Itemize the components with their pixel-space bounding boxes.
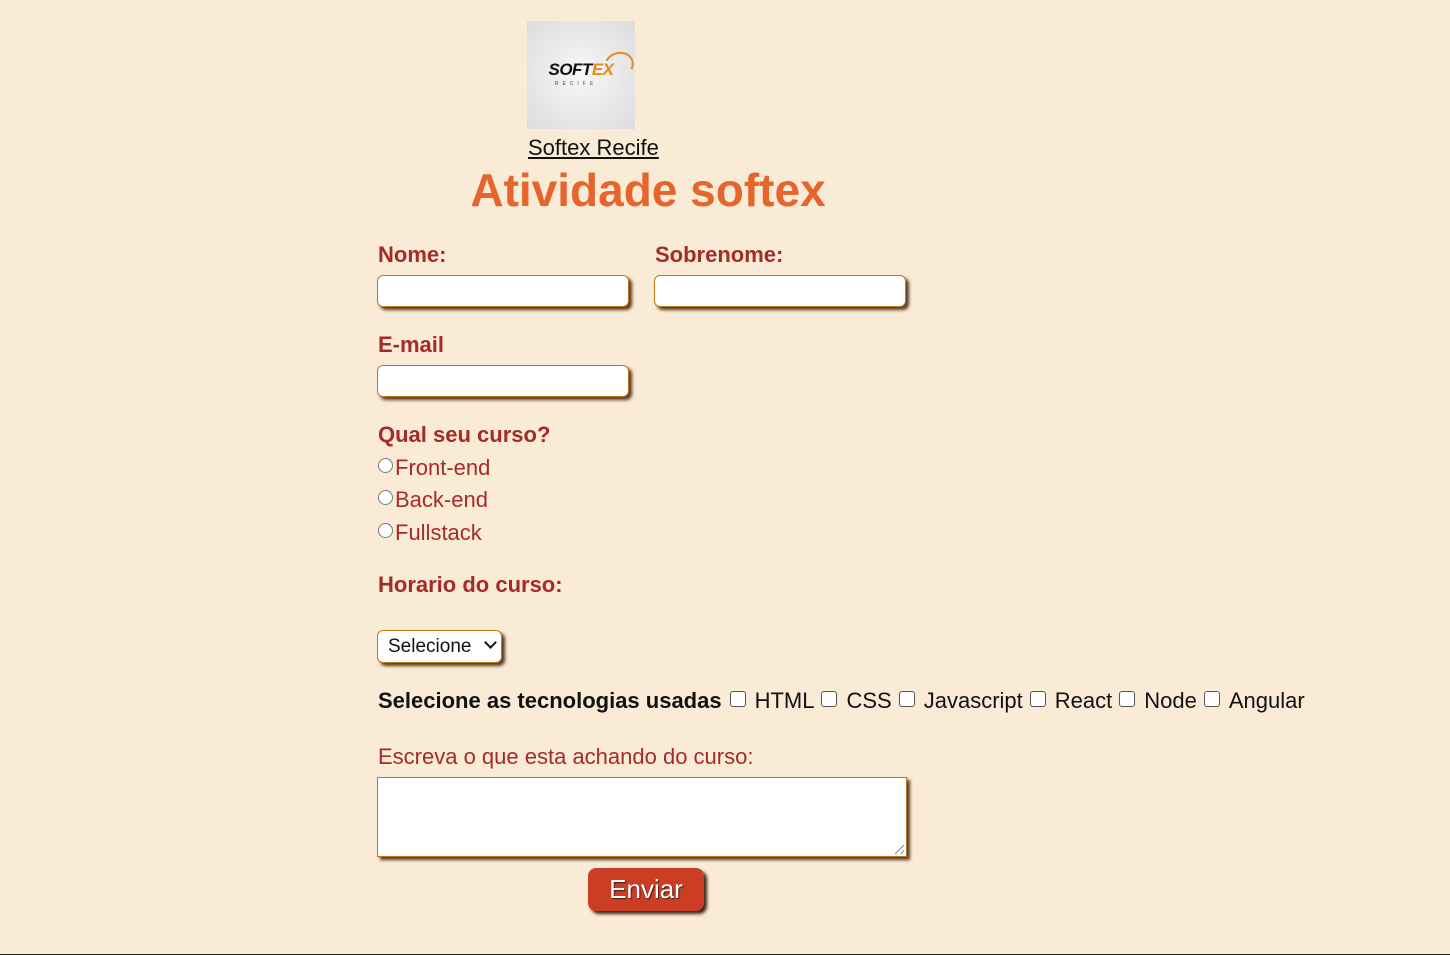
checkbox[interactable] xyxy=(729,691,746,707)
horario-label: Horario do curso: xyxy=(378,572,563,597)
checkbox-react[interactable]: React xyxy=(1029,688,1113,714)
page-title: Atividade softex xyxy=(470,164,826,216)
radio-button[interactable] xyxy=(378,457,393,473)
checkbox-angular[interactable]: Angular xyxy=(1203,688,1305,714)
submit-button[interactable]: Enviar xyxy=(588,868,704,911)
checkbox-label: Node xyxy=(1144,688,1197,713)
horario-selected-value: Selecione xyxy=(388,635,472,657)
chevron-down-icon xyxy=(484,636,497,649)
sobrenome-input[interactable] xyxy=(654,275,906,307)
radio-label: Fullstack xyxy=(395,520,482,545)
checkbox-css[interactable]: CSS xyxy=(821,688,892,714)
checkbox[interactable] xyxy=(1119,691,1136,707)
comment-textarea[interactable] xyxy=(377,777,907,857)
comment-label: Escreva o que esta achando do curso: xyxy=(378,744,754,769)
checkbox[interactable] xyxy=(898,691,915,707)
checkbox-label: CSS xyxy=(846,688,892,713)
nome-label: Nome: xyxy=(378,242,447,267)
checkbox-javascript[interactable]: Javascript xyxy=(898,688,1023,714)
radio-back-end[interactable]: Back-end xyxy=(378,487,488,513)
checkbox-label: HTML xyxy=(754,688,815,713)
logo-subtitle: RECIFE xyxy=(554,80,598,87)
tech-checkbox-group: Selecione as tecnologias usadas HTML CSS… xyxy=(378,688,1312,714)
horario-select[interactable]: Selecione xyxy=(377,630,502,663)
checkbox-label: Angular xyxy=(1228,688,1305,713)
radio-button[interactable] xyxy=(378,489,393,505)
tech-label: Selecione as tecnologias usadas xyxy=(378,688,722,713)
radio-button[interactable] xyxy=(378,522,393,538)
curso-label: Qual seu curso? xyxy=(378,422,551,447)
checkbox[interactable] xyxy=(821,691,838,707)
radio-label: Back-end xyxy=(395,487,488,512)
sobrenome-label: Sobrenome: xyxy=(655,242,784,267)
checkbox-label: React xyxy=(1054,688,1113,713)
email-input[interactable] xyxy=(377,365,629,397)
checkbox[interactable] xyxy=(1029,691,1046,707)
softex-recife-link[interactable]: Softex Recife xyxy=(528,135,659,161)
nome-input[interactable] xyxy=(377,275,629,307)
resize-handle-icon[interactable] xyxy=(895,845,904,854)
logo-wordmark: SOFTEX xyxy=(548,47,639,82)
checkbox-node[interactable]: Node xyxy=(1119,688,1197,714)
checkbox-html[interactable]: HTML xyxy=(729,688,815,714)
checkbox[interactable] xyxy=(1203,691,1220,707)
softex-logo: SOFTEX RECIFE xyxy=(527,21,639,129)
radio-front-end[interactable]: Front-end xyxy=(378,455,490,481)
radio-label: Front-end xyxy=(395,455,491,480)
checkbox-label: Javascript xyxy=(923,688,1023,713)
radio-fullstack[interactable]: Fullstack xyxy=(378,520,482,546)
email-label: E-mail xyxy=(378,332,445,357)
